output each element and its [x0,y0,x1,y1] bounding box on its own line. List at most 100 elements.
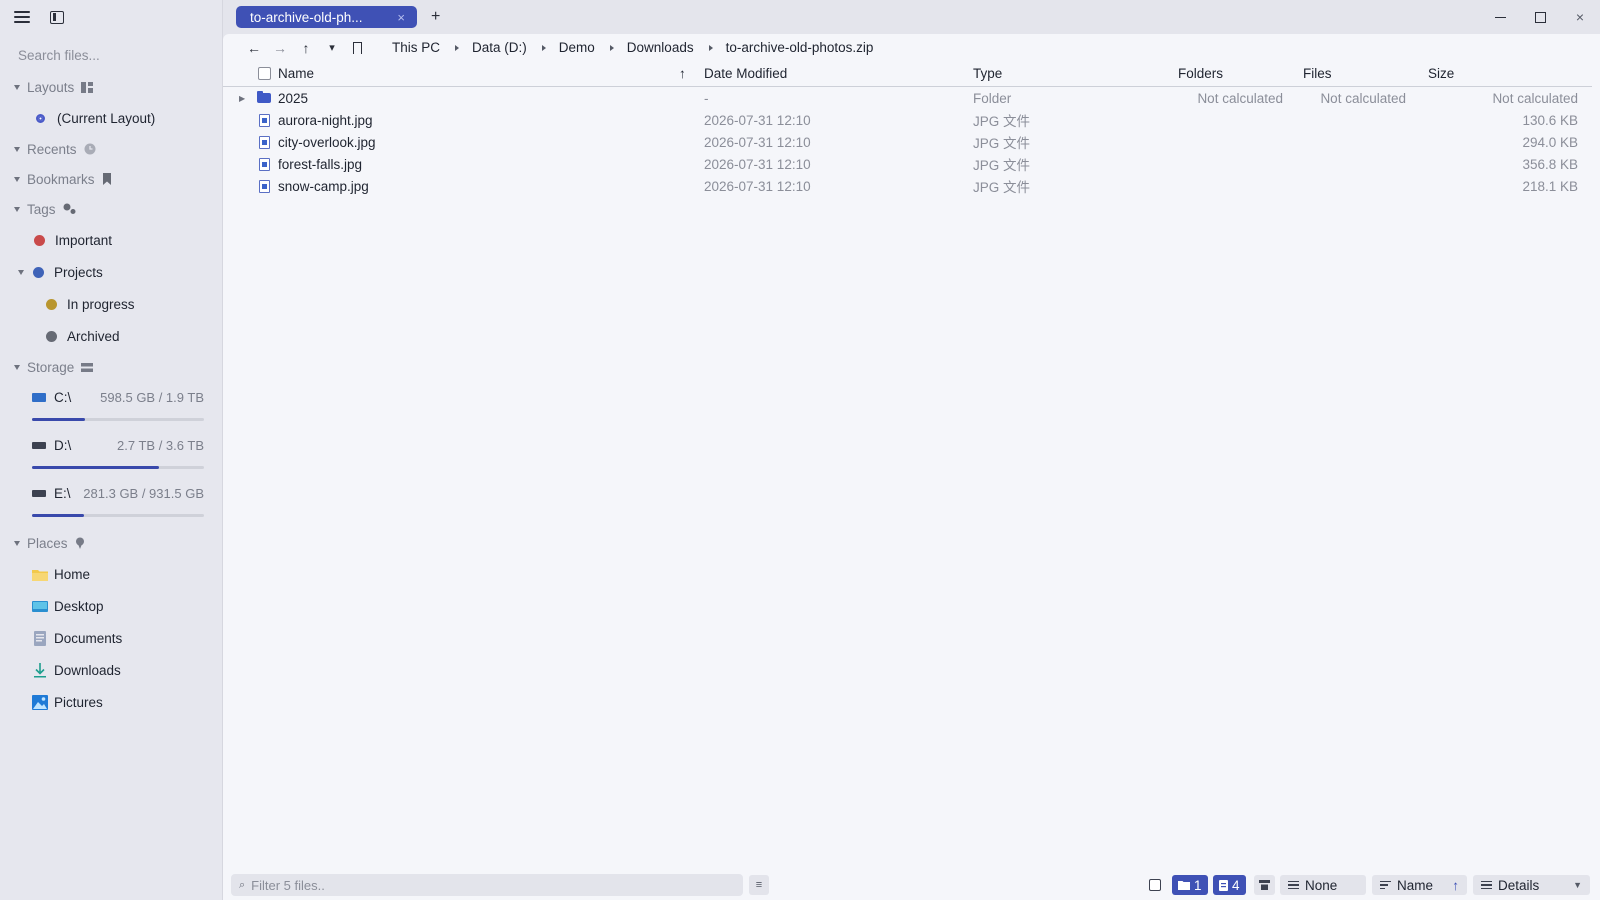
panel-bottom-icon [1259,880,1270,890]
sort-by-dropdown[interactable]: Name ↑ [1372,875,1467,895]
tag-color-dot [46,330,57,342]
filter-input[interactable]: ⌕ Filter 5 files.. [231,874,743,896]
drive-d[interactable]: D:\ 2.7 TB / 3.6 TB [0,430,222,478]
section-storage[interactable]: Storage [0,352,222,382]
breadcrumb: This PC Data (D:) Demo Downloads to-arch… [392,40,873,55]
section-places[interactable]: Places [0,528,222,558]
storage-icon [81,362,94,372]
place-downloads[interactable]: Downloads [0,654,222,686]
breadcrumb-item[interactable]: Demo [559,40,595,55]
close-button[interactable]: × [1560,0,1600,34]
section-bookmarks[interactable]: Bookmarks [0,164,222,194]
column-type[interactable]: Type [973,61,1002,86]
breadcrumb-item[interactable]: This PC [392,40,440,55]
minimize-button[interactable] [1480,0,1520,34]
column-name[interactable]: Name [278,61,314,86]
drive-usage-fill [32,514,84,517]
group-by-dropdown[interactable]: None [1280,875,1366,895]
file-count-badge[interactable]: 4 [1213,875,1246,895]
tag-label: Important [55,232,113,248]
folder-icon [1178,881,1190,890]
folder-count: 1 [1194,877,1202,893]
sort-direction-icon[interactable]: ↑ [1452,878,1459,893]
cell-size: 130.6 KB [1522,112,1578,128]
column-size[interactable]: Size [1428,61,1454,86]
drive-e[interactable]: E:\ 281.3 GB / 931.5 GB [0,478,222,526]
up-button[interactable]: ↑ [293,40,319,56]
table-row[interactable]: snow-camp.jpg 2026-07-31 12:10 JPG 文件 21… [223,175,1600,197]
table-row[interactable]: city-overlook.jpg 2026-07-31 12:10 JPG 文… [223,131,1600,153]
image-file-icon [259,131,270,153]
table-row[interactable]: forest-falls.jpg 2026-07-31 12:10 JPG 文件… [223,153,1600,175]
maximize-button[interactable] [1520,0,1560,34]
breadcrumb-item[interactable]: Data (D:) [472,40,527,55]
tag-item-important[interactable]: Important [0,224,222,256]
toggle-sidebar-icon[interactable] [50,10,64,24]
bookmark-icon [102,173,112,185]
sidebar-item-current-layout[interactable]: (Current Layout) [0,102,222,134]
view-mode-dropdown[interactable]: Details ▼ [1473,875,1590,895]
system-drive-icon [32,392,46,402]
column-files[interactable]: Files [1303,61,1332,86]
cell-type: JPG 文件 [973,180,1031,195]
image-file-icon [259,153,270,175]
details-view-icon [1481,880,1492,890]
chevron-down-icon [14,84,20,90]
new-tab-button[interactable]: + [431,8,440,26]
chevron-down-icon [14,540,20,546]
expand-caret-icon[interactable]: ▶ [239,87,245,109]
breadcrumb-item[interactable]: Downloads [627,40,694,55]
drive-usage-fill [32,466,160,469]
tag-item-archived[interactable]: Archived [0,320,222,352]
place-desktop[interactable]: Desktop [0,590,222,622]
column-date-modified[interactable]: Date Modified [704,61,787,86]
section-label: Tags [27,201,56,217]
drive-c[interactable]: C:\ 598.5 GB / 1.9 TB [0,382,222,430]
address-bar: ← → ↑ ▾ This PC Data (D:) Demo Downloads… [223,34,1600,61]
group-by-value: None [1305,877,1338,893]
section-label: Bookmarks [27,171,95,187]
chevron-right-icon [541,44,546,51]
filter-options-button[interactable]: ≡ [749,875,769,895]
place-documents[interactable]: Documents [0,622,222,654]
bookmark-icon[interactable] [353,41,362,57]
menu-icon[interactable] [14,11,30,23]
cell-type: JPG 文件 [973,114,1031,129]
tag-item-projects[interactable]: Projects [0,256,222,288]
folder-count-badge[interactable]: 1 [1172,875,1208,895]
search-input[interactable]: Search files... [8,40,214,70]
section-layouts[interactable]: Layouts [0,72,222,102]
drive-usage-bar [32,466,204,469]
select-mode-button[interactable] [1149,875,1161,895]
cell-date: 2026-07-31 12:10 [704,112,811,128]
folder-icon [257,87,271,109]
picture-icon [32,694,48,710]
table-row[interactable]: aurora-night.jpg 2026-07-31 12:10 JPG 文件… [223,109,1600,131]
title-bar: to-archive-old-ph... × + × [223,0,1600,34]
history-dropdown-button[interactable]: ▾ [319,41,345,54]
place-label: Home [54,566,91,582]
document-icon [32,630,48,646]
forward-button[interactable]: → [267,40,293,56]
section-recents[interactable]: Recents [0,134,222,164]
cell-name: forest-falls.jpg [278,156,363,172]
column-folders[interactable]: Folders [1178,61,1223,86]
place-pictures[interactable]: Pictures [0,686,222,718]
close-icon: × [1575,9,1585,25]
place-home[interactable]: Home [0,558,222,590]
section-label: Storage [27,359,75,375]
select-all-checkbox[interactable] [258,61,271,86]
cell-name: city-overlook.jpg [278,134,376,150]
back-button[interactable]: ← [241,40,267,56]
sort-ascending-icon[interactable]: ↑ [679,61,686,86]
view-mode-value: Details [1498,877,1540,893]
chevron-right-icon [609,44,614,51]
table-row-folder[interactable]: ▶ 2025 - Folder Not calculated Not calcu… [223,87,1600,109]
tab-close-icon[interactable]: × [397,10,405,25]
tab-active[interactable]: to-archive-old-ph... × [236,6,417,28]
tag-item-in-progress[interactable]: In progress [0,288,222,320]
preview-pane-button[interactable] [1254,875,1275,895]
sort-icon [1380,880,1391,890]
section-tags[interactable]: Tags [0,194,222,224]
breadcrumb-item-current[interactable]: to-archive-old-photos.zip [726,40,874,55]
